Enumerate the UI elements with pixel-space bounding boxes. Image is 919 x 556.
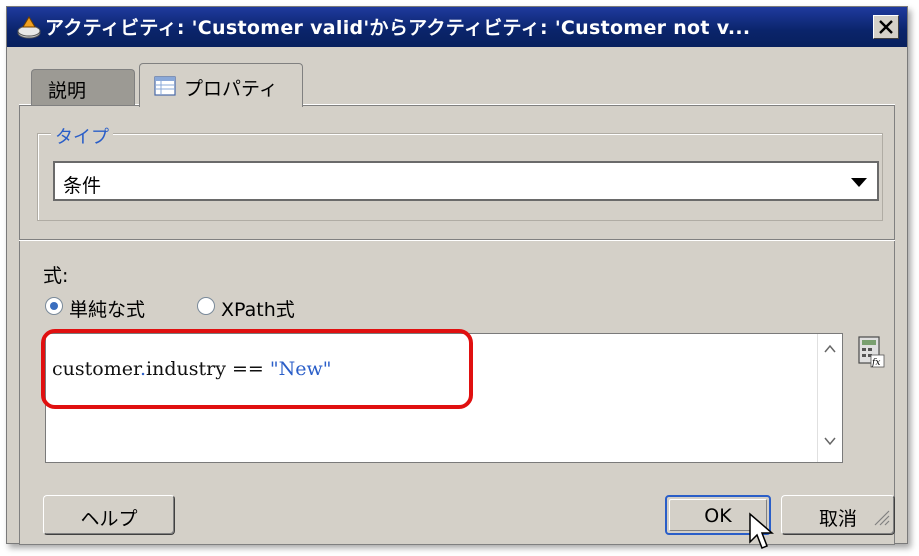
annotation-highlight bbox=[41, 329, 473, 409]
simple-expression-label[interactable]: 単純な式 bbox=[69, 295, 145, 322]
xpath-expression-radio[interactable] bbox=[197, 297, 215, 315]
activity-link-icon bbox=[17, 16, 41, 39]
scroll-down-icon[interactable] bbox=[824, 436, 836, 446]
mouse-cursor-icon bbox=[749, 512, 774, 549]
type-select-value: 条件 bbox=[63, 175, 102, 197]
expression-label: 式: bbox=[43, 265, 69, 287]
editor-scrollbar[interactable] bbox=[817, 334, 842, 462]
xpath-expression-label[interactable]: XPath式 bbox=[221, 295, 295, 322]
close-icon bbox=[879, 20, 893, 34]
expression-builder-icon[interactable]: fx bbox=[857, 335, 885, 369]
help-button[interactable]: ヘルプ bbox=[43, 495, 175, 535]
type-select[interactable]: 条件 bbox=[53, 161, 879, 201]
activity-dialog: アクティビティ: 'Customer valid'からアクティビティ: 'Cus… bbox=[6, 6, 908, 545]
svg-text:fx: fx bbox=[871, 358, 880, 368]
tab-description[interactable]: 説明 bbox=[31, 69, 135, 105]
window-title: アクティビティ: 'Customer valid'からアクティビティ: 'Cus… bbox=[45, 17, 751, 39]
type-group-label: タイプ bbox=[51, 123, 113, 149]
title-bar[interactable]: アクティビティ: 'Customer valid'からアクティビティ: 'Cus… bbox=[7, 7, 907, 47]
resize-grip-icon[interactable] bbox=[871, 507, 891, 527]
simple-expression-radio[interactable] bbox=[45, 297, 63, 315]
close-button[interactable] bbox=[873, 15, 899, 39]
help-button-label: ヘルプ bbox=[80, 508, 138, 530]
tab-description-label: 説明 bbox=[48, 80, 87, 102]
properties-grid-icon bbox=[154, 76, 176, 96]
tab-properties-label: プロパティ bbox=[184, 78, 278, 100]
scroll-up-icon[interactable] bbox=[824, 344, 836, 354]
tab-properties[interactable]: プロパティ bbox=[139, 63, 303, 107]
section-divider-highlight bbox=[19, 240, 895, 241]
chevron-down-icon bbox=[851, 178, 867, 187]
